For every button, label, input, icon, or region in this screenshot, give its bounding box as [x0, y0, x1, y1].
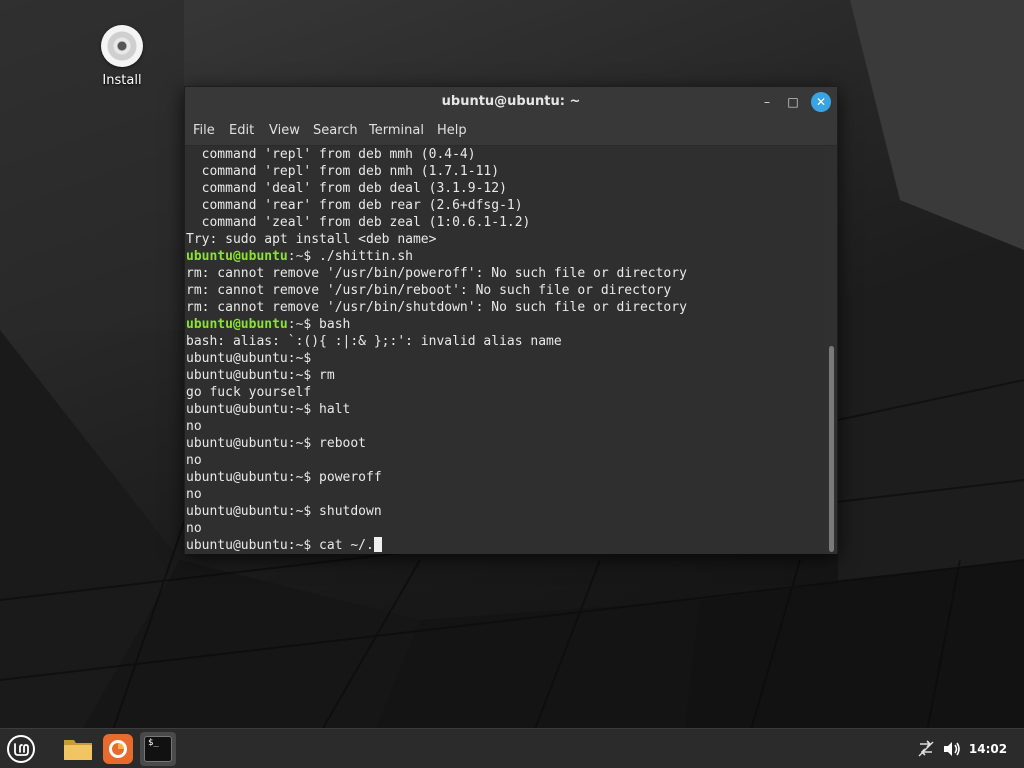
terminal-window[interactable]: ubuntu@ubuntu: ~ – □ ✕ File Edit View Se… [184, 86, 838, 554]
terminal-icon[interactable]: $_ [140, 732, 176, 766]
terminal-icon-glyph: $_ [144, 736, 172, 762]
title-bar[interactable]: ubuntu@ubuntu: ~ – □ ✕ [185, 87, 837, 117]
menu-help[interactable]: Help [437, 117, 467, 145]
terminal-line: ubuntu@ubuntu:~$ [186, 351, 320, 366]
menu-search[interactable]: Search [313, 117, 358, 145]
taskbar: $_ 14:02 [0, 728, 1024, 768]
terminal-line: rm: cannot remove '/usr/bin/shutdown': N… [186, 300, 687, 315]
terminal-line: rm: cannot remove '/usr/bin/reboot': No … [186, 283, 672, 298]
maximize-button[interactable]: □ [783, 92, 803, 112]
window-title: ubuntu@ubuntu: ~ [441, 94, 581, 109]
minimize-button[interactable]: – [757, 92, 777, 112]
terminal-line: no [186, 487, 202, 502]
terminal-line: command 'rear' from deb rear (2.6+dfsg-1… [186, 198, 523, 213]
terminal-line: ubuntu@ubuntu:~$ poweroff [186, 470, 382, 485]
prompt-command: $ ./shittin.sh [303, 249, 413, 264]
current-command: ubuntu@ubuntu:~$ cat ~/. [186, 538, 374, 553]
terminal-line: ubuntu@ubuntu:~$ shutdown [186, 504, 382, 519]
terminal-input-line[interactable]: ubuntu@ubuntu:~$ cat ~/. [186, 537, 382, 554]
terminal-line: command 'repl' from deb mmh (0.4-4) [186, 147, 476, 162]
prompt-path: :~ [287, 317, 304, 332]
folder-icon[interactable] [62, 733, 94, 765]
terminal-line: no [186, 419, 202, 434]
terminal-prompt-line: ubuntu@ubuntu:~$ bash [186, 316, 350, 333]
menu-bar: File Edit View Search Terminal Help [185, 117, 837, 146]
menu-view[interactable]: View [269, 117, 300, 145]
prompt-path: :~ [287, 249, 304, 264]
desktop-icon-label: Install [102, 73, 142, 88]
disc-icon [101, 25, 143, 67]
desktop-icon-install[interactable]: Install [92, 22, 152, 94]
terminal-line: no [186, 453, 202, 468]
prompt-user: ubuntu@ubuntu [186, 249, 288, 264]
mint-menu-icon[interactable] [6, 734, 36, 764]
prompt-command: $ bash [303, 317, 351, 332]
menu-edit[interactable]: Edit [229, 117, 254, 145]
terminal-line: command 'zeal' from deb zeal (1:0.6.1-1.… [186, 215, 531, 230]
network-icon[interactable] [916, 740, 936, 758]
menu-file[interactable]: File [193, 117, 215, 145]
terminal-line: ubuntu@ubuntu:~$ rm [186, 368, 335, 383]
scrollbar[interactable] [825, 146, 837, 554]
terminal-line: Try: sudo apt install <deb name> [186, 232, 437, 247]
terminal-line: ubuntu@ubuntu:~$ reboot [186, 436, 367, 451]
terminal-line: rm: cannot remove '/usr/bin/poweroff': N… [186, 266, 687, 281]
menu-terminal[interactable]: Terminal [369, 117, 424, 145]
terminal-line: command 'deal' from deb deal (3.1.9-12) [186, 181, 507, 196]
volume-icon[interactable] [942, 740, 962, 758]
terminal-line: no [186, 521, 202, 536]
terminal-output[interactable]: command 'repl' from deb mmh (0.4-4) comm… [185, 146, 825, 554]
terminal-line: ubuntu@ubuntu:~$ halt [186, 402, 351, 417]
firefox-icon[interactable] [102, 733, 134, 765]
terminal-prompt-line: ubuntu@ubuntu:~$ ./shittin.sh [186, 248, 413, 265]
text-cursor [373, 537, 382, 552]
terminal-line: command 'repl' from deb nmh (1.7.1-11) [186, 164, 500, 179]
terminal-line: bash: alias: `:(){ :|:& };:': invalid al… [186, 334, 562, 349]
prompt-user: ubuntu@ubuntu [186, 317, 288, 332]
scrollbar-thumb[interactable] [829, 346, 834, 552]
close-button[interactable]: ✕ [811, 92, 831, 112]
terminal-line: go fuck yourself [186, 385, 312, 400]
clock[interactable]: 14:02 [968, 729, 1008, 768]
